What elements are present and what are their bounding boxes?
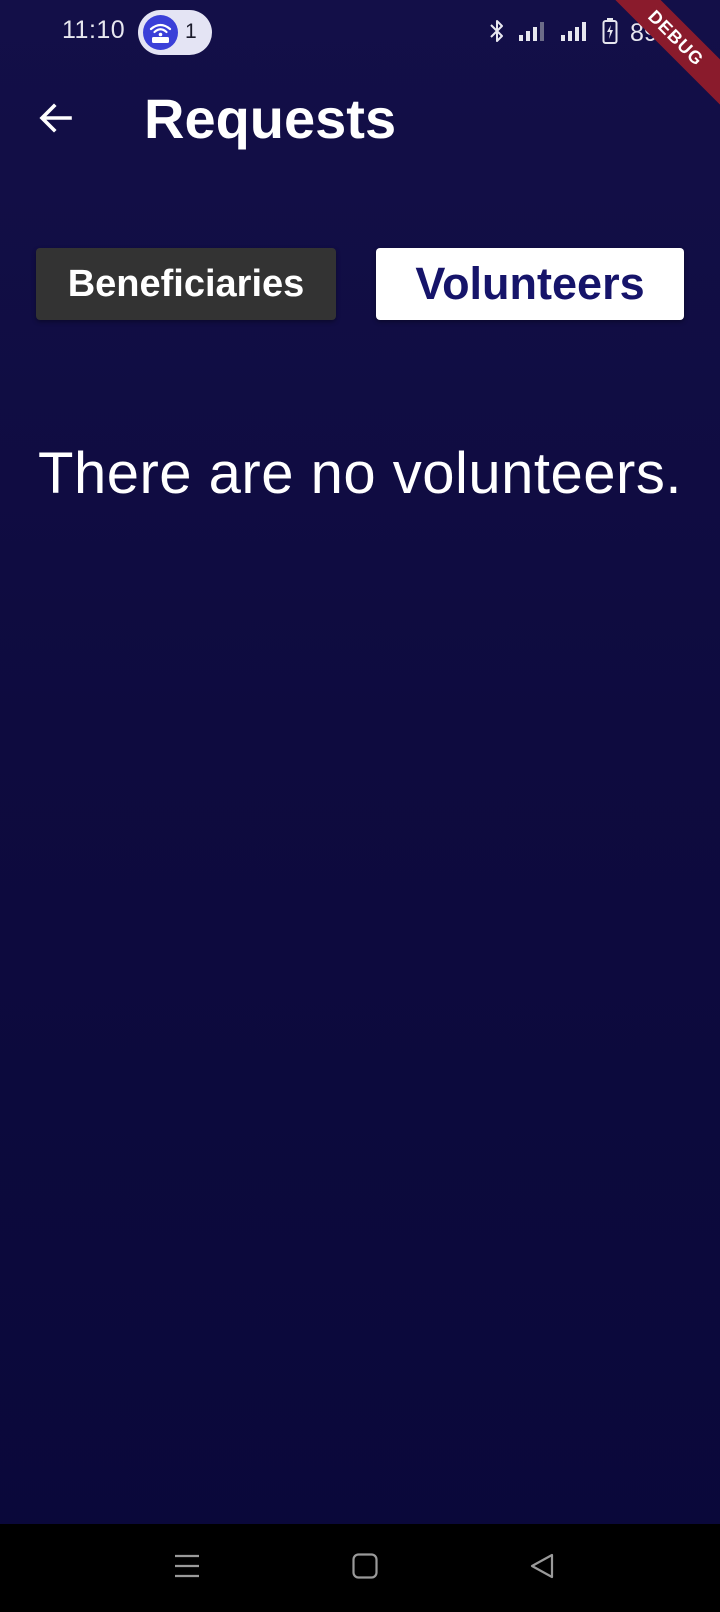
tab-volunteers[interactable]: Volunteers [376,248,684,320]
page-title: Requests [144,87,397,150]
app-screen: 11:10 1 89% DEBUG Requests Beneficiaries… [0,0,720,1524]
arrow-left-icon [38,100,74,141]
hotspot-notification-pill[interactable]: 1 [138,10,212,55]
signal-icon [518,20,548,47]
status-time: 11:10 [62,16,126,44]
hotspot-count: 1 [185,20,197,43]
system-navigation-bar [0,1524,720,1612]
hotspot-icon [143,15,178,50]
tab-label: Volunteers [415,258,645,309]
tab-label: Beneficiaries [67,262,305,305]
tab-beneficiaries[interactable]: Beneficiaries [36,248,336,320]
battery-percent: 89% [629,18,680,47]
menu-icon [173,1553,201,1584]
recent-apps-button[interactable] [165,1546,209,1590]
app-bar: Requests [0,66,720,176]
battery-icon [602,17,618,50]
status-icons: 89% [488,16,680,50]
empty-state-message: There are no volunteers. [38,441,682,506]
status-bar: 11:10 1 89% [0,0,720,66]
bluetooth-icon [488,18,506,49]
system-back-button[interactable] [520,1546,564,1590]
back-button[interactable] [24,88,88,152]
back-triangle-icon [528,1552,556,1585]
signal-icon [560,20,590,47]
home-button[interactable] [343,1546,387,1590]
home-icon [351,1552,379,1585]
